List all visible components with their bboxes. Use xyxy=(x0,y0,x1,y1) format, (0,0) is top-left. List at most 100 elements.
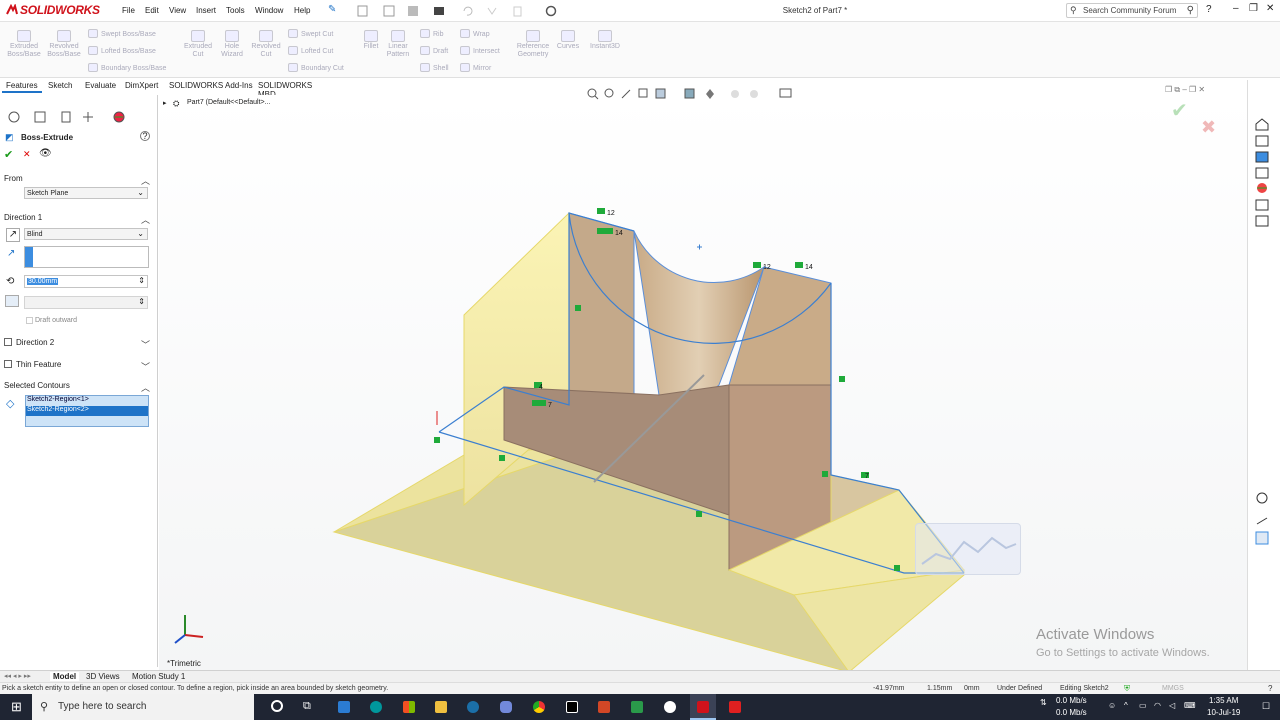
tab-dimxpert[interactable]: DimXpert xyxy=(121,78,162,93)
list-item[interactable]: Sketch2-Region<1> xyxy=(26,396,148,406)
tray-overflow-icon[interactable]: ^ xyxy=(1124,701,1128,710)
draft-angle-input[interactable]: ⇕ xyxy=(24,296,148,309)
menu-window[interactable]: Window xyxy=(255,6,283,15)
shell-button[interactable]: Shell xyxy=(420,63,449,72)
tab-scroll-icon[interactable]: ◂◂ ◂ ▸ ▸▸ xyxy=(4,672,31,680)
linear-pattern-button[interactable]: Linear Pattern xyxy=(384,30,412,59)
arduino-icon[interactable] xyxy=(370,701,382,713)
units-selector[interactable]: MMGS xyxy=(1162,685,1184,692)
contours-list[interactable]: Sketch2-Region<1> Sketch2-Region<2> xyxy=(25,395,149,427)
hole-wizard-button[interactable]: Hole Wizard xyxy=(216,30,248,59)
notification-icon[interactable]: ☐ xyxy=(1262,701,1270,712)
discord-icon[interactable] xyxy=(500,701,512,713)
swept-boss-button[interactable]: Swept Boss/Base xyxy=(88,29,156,38)
rebuild-icon[interactable]: ⛨ xyxy=(1124,684,1130,694)
cortana-icon[interactable] xyxy=(271,700,283,712)
list-item[interactable]: Sketch2-Region<2> xyxy=(26,406,148,416)
quick-access-icons[interactable] xyxy=(356,4,571,18)
menu-file[interactable]: File xyxy=(122,6,135,15)
collapse-chevron-icon[interactable]: ︿ xyxy=(141,381,150,394)
direction2-section[interactable]: Direction 2 ﹀ xyxy=(4,338,154,350)
lofted-boss-button[interactable]: Lofted Boss/Base xyxy=(88,46,156,55)
rib-button[interactable]: Rib xyxy=(420,29,444,38)
draft-toggle-icon[interactable] xyxy=(5,295,19,307)
tab-model[interactable]: Model xyxy=(50,672,80,681)
windows-start-icon[interactable]: ⊞ xyxy=(11,699,22,715)
menu-insert[interactable]: Insert xyxy=(196,6,216,15)
battery-icon[interactable]: ▭ xyxy=(1139,701,1147,710)
thin-feature-section[interactable]: Thin Feature ﹀ xyxy=(4,360,154,372)
wrap-button[interactable]: Wrap xyxy=(460,29,490,38)
search-icon[interactable]: ⚲ xyxy=(1187,5,1194,16)
selected-contours-section[interactable]: Selected Contours ︿ xyxy=(4,381,154,393)
search-placeholder[interactable]: Search Community Forum xyxy=(1083,6,1176,15)
menu-edit[interactable]: Edit xyxy=(145,6,159,15)
expand-chevron-icon[interactable]: ﹀ xyxy=(141,338,150,351)
tab-mbd[interactable]: SOLIDWORKS MBD xyxy=(254,78,330,99)
person-icon[interactable]: ☺ xyxy=(1108,701,1116,710)
terminal-icon[interactable] xyxy=(566,701,578,713)
file-explorer-icon[interactable] xyxy=(435,701,447,713)
spinner-icon[interactable]: ⇕ xyxy=(138,276,145,285)
help-icon[interactable]: ? xyxy=(140,131,150,141)
direction1-section[interactable]: Direction 1 ︿ xyxy=(4,213,154,225)
tab-motion-study[interactable]: Motion Study 1 xyxy=(132,672,185,681)
ok-check-icon[interactable]: ✔ xyxy=(4,148,13,161)
help-icon[interactable]: ? xyxy=(1206,4,1212,15)
revolved-cut-button[interactable]: Revolved Cut xyxy=(248,30,284,59)
chrome-icon[interactable] xyxy=(533,701,545,713)
tab-sketch[interactable]: Sketch xyxy=(44,78,76,93)
from-section[interactable]: From ︿ xyxy=(4,174,154,186)
solidworks-logo[interactable]: SOLIDWORKS xyxy=(6,3,100,17)
pin-icon[interactable]: ✎ xyxy=(328,4,336,15)
clock-date[interactable]: 10-Jul-19 xyxy=(1207,708,1240,717)
menu-tools[interactable]: Tools xyxy=(226,6,245,15)
sheets-icon[interactable] xyxy=(631,701,643,713)
intersect-button[interactable]: Intersect xyxy=(460,46,500,55)
collapse-chevron-icon[interactable]: ︿ xyxy=(141,174,150,187)
direction-selection-box[interactable] xyxy=(24,246,149,268)
close-icon[interactable]: ✕ xyxy=(1266,3,1274,14)
manager-tabs-icons[interactable] xyxy=(2,109,134,125)
mirror-button[interactable]: Mirror xyxy=(460,63,491,72)
reference-geometry-button[interactable]: Reference Geometry xyxy=(512,30,554,59)
viewport-window-controls[interactable]: ❐ ⧉ – ❐ ✕ xyxy=(1165,85,1205,95)
depth-input[interactable]: 30.00mm ⇕ xyxy=(24,275,148,288)
fillet-button[interactable]: Fillet xyxy=(358,30,384,51)
direction2-checkbox[interactable] xyxy=(4,338,12,346)
wifi-icon[interactable]: ◠ xyxy=(1154,701,1161,710)
collapse-chevron-icon[interactable]: ︿ xyxy=(141,213,150,226)
end-condition-dropdown[interactable]: Blind ⌄ xyxy=(24,228,148,240)
expand-chevron-icon[interactable]: ﹀ xyxy=(141,360,150,373)
model-view[interactable]: 12 14 12 14 7 7 4 xyxy=(159,95,1247,672)
github-icon[interactable] xyxy=(664,701,676,713)
part-body[interactable] xyxy=(332,211,965,672)
solidworks-taskbar-active[interactable] xyxy=(690,694,716,720)
language-icon[interactable]: ⌨ xyxy=(1184,701,1196,710)
curves-button[interactable]: Curves xyxy=(554,30,582,51)
revolved-boss-button[interactable]: Revolved Boss/Base xyxy=(46,30,82,59)
tab-addins[interactable]: SOLIDWORKS Add-Ins xyxy=(165,78,257,93)
tab-3d-views[interactable]: 3D Views xyxy=(86,672,120,681)
vscode-icon[interactable] xyxy=(338,701,350,713)
help-icon[interactable]: ? xyxy=(1268,684,1272,693)
thin-feature-checkbox[interactable] xyxy=(4,360,12,368)
lofted-cut-button[interactable]: Lofted Cut xyxy=(288,46,333,55)
store-icon[interactable] xyxy=(403,701,415,713)
draft-outward-checkbox[interactable] xyxy=(26,317,33,324)
menu-view[interactable]: View xyxy=(169,6,186,15)
tab-features[interactable]: Features xyxy=(2,78,42,93)
graphics-area[interactable]: ▸ ⛭ Part7 (Default<<Default>... ❐ ⧉ – ❐ … xyxy=(159,85,1247,672)
boundary-boss-button[interactable]: Boundary Boss/Base xyxy=(88,63,166,72)
search-field[interactable]: ⚲ Search Community Forum ⚲ xyxy=(1066,3,1198,18)
from-dropdown[interactable]: Sketch Plane ⌄ xyxy=(24,187,148,199)
acrobat-icon[interactable] xyxy=(729,701,741,713)
task-view-icon[interactable]: ⧉ xyxy=(303,700,311,713)
swept-cut-button[interactable]: Swept Cut xyxy=(288,29,333,38)
task-pane-icons[interactable] xyxy=(1248,80,1280,672)
menu-help[interactable]: Help xyxy=(294,6,310,15)
spinner-icon[interactable]: ⇕ xyxy=(138,297,145,306)
volume-icon[interactable]: ◁ xyxy=(1169,701,1175,710)
minimize-icon[interactable]: – xyxy=(1233,3,1239,14)
powerpoint-icon[interactable] xyxy=(598,701,610,713)
